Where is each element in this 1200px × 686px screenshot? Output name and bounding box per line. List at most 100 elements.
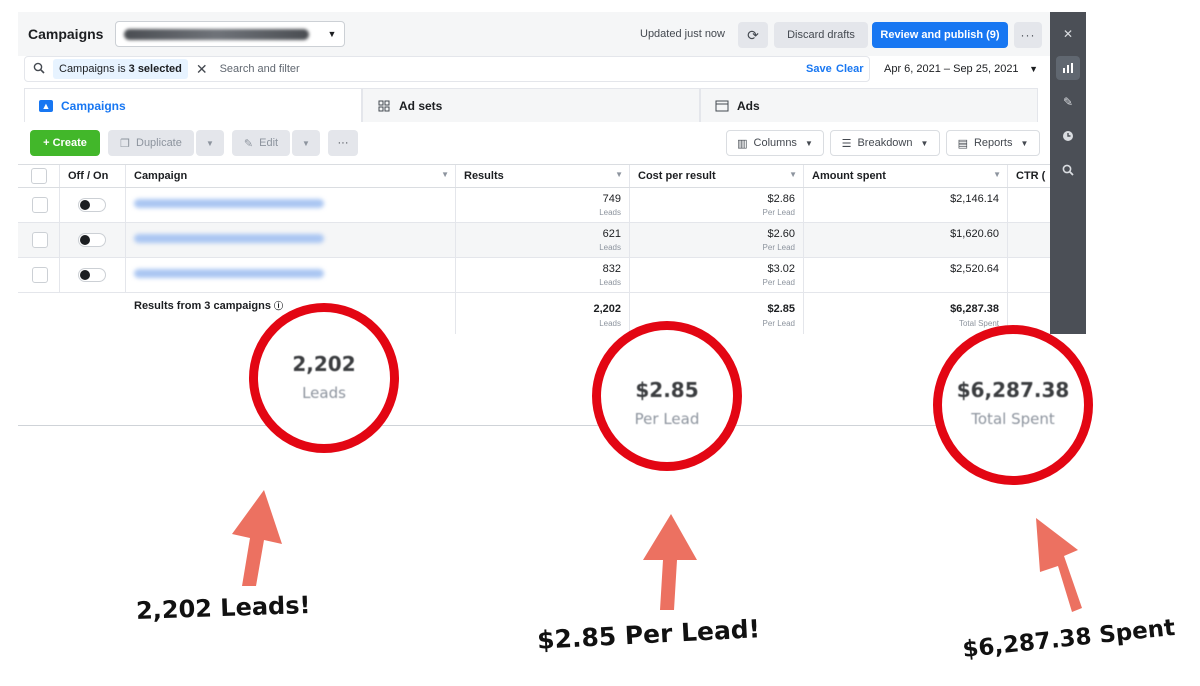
totals-label-text: Results from 3 campaigns [134,300,271,312]
close-icon[interactable]: ✕ [196,61,208,78]
col-cost-per-result[interactable]: Cost per result ▼ [630,165,804,187]
campaign-toggle[interactable] [78,198,106,212]
total-spent: $6,287.38 [950,303,999,315]
filter-bar: Campaigns is 3 selected ✕ Search and fil… [24,56,1046,82]
select-all-cell [18,165,60,187]
table-row[interactable]: 832 Leads $3.02 Per Lead $2,520.64 [18,258,1050,293]
redacted-campaign-name[interactable] [134,234,324,243]
campaign-toggle[interactable] [78,233,106,247]
close-icon[interactable]: ✕ [1056,22,1080,46]
columns-icon: ▥ [737,137,748,150]
col-results[interactable]: Results ▼ [456,165,630,187]
sort-icon: ▼ [615,170,623,179]
table-header: Off / On Campaign ▼ Results ▼ Cost per res… [18,164,1050,188]
results-unit: Leads [599,278,621,287]
edit-button[interactable]: ✎ Edit [232,130,290,156]
results-value: 621 [602,228,621,240]
redacted-account-name [124,28,310,40]
bar-chart-glyph [1063,63,1073,73]
filter-chip-prefix: Campaigns is [59,63,126,75]
row-checkbox[interactable] [32,197,48,213]
save-filter-link[interactable]: Save [806,63,832,75]
level-tabs: ▲ Campaigns Ad sets Ads [18,88,1050,122]
totals-row: Results from 3 campaigns ⓘ 2,202 Leads $… [18,293,1050,334]
tab-label: Campaigns [61,98,126,113]
cost-unit: Per Lead [762,243,795,252]
campaign-toggle[interactable] [78,268,106,282]
callout-label: Total Spent [971,410,1055,428]
select-all-checkbox[interactable] [31,168,47,184]
caption-per-lead: $2.85 Per Lead! [536,614,761,655]
redacted-campaign-name[interactable] [134,269,324,278]
col-amount-spent[interactable]: Amount spent ▼ [804,165,1008,187]
row-checkbox[interactable] [32,232,48,248]
info-icon[interactable]: ⓘ [274,301,283,311]
bar-chart-icon[interactable] [1056,56,1080,80]
arrow-up-icon [643,514,697,610]
table-row[interactable]: 749 Leads $2.86 Per Lead $2,146.14 [18,188,1050,223]
row-checkbox[interactable] [32,267,48,283]
chevron-down-icon: ▼ [1020,138,1029,148]
refresh-button[interactable]: ⟳ [738,22,768,48]
clock-glyph [1063,131,1073,141]
search-input[interactable]: Search and filter [220,63,300,75]
results-unit: Leads [599,243,621,252]
redacted-campaign-name[interactable] [134,199,324,208]
pencil-icon[interactable]: ✎ [1056,90,1080,114]
col-label: Campaign [134,170,188,182]
chevron-down-icon: ▼ [206,138,214,148]
tab-ads[interactable]: Ads [700,88,1038,122]
tab-ad-sets[interactable]: Ad sets [362,88,700,122]
clock-icon[interactable] [1056,124,1080,148]
columns-label: Columns [753,137,797,149]
callout-label: Per Lead [634,410,700,428]
columns-button[interactable]: ▥ Columns ▼ [726,130,824,156]
reports-button[interactable]: ▤ Reports ▼ [946,130,1040,156]
clear-filter-link[interactable]: Clear [836,63,864,75]
arrow-up-icon [232,490,282,586]
table-row[interactable]: 621 Leads $2.60 Per Lead $1,620.60 [18,223,1050,258]
page-title: Campaigns [28,26,104,42]
results-value: 832 [602,263,621,275]
date-range-picker[interactable]: Apr 6, 2021 – Sep 25, 2021 ▼ [876,56,1046,82]
pencil-icon: ✎ [243,137,254,150]
col-off-on[interactable]: Off / On [60,165,126,187]
table-toolbar: + Create ❐ Duplicate ▼ ✎ Edit ▼ ··· ▥ Co… [30,130,1050,156]
edit-label: Edit [259,137,279,149]
search-box[interactable]: Campaigns is 3 selected ✕ Search and fil… [24,56,870,82]
more-options-button[interactable]: ··· [1014,22,1042,48]
col-label: Amount spent [812,170,886,182]
copy-icon: ❐ [120,137,130,150]
col-ctr[interactable]: CTR ( [1008,165,1050,187]
breakdown-label: Breakdown [857,137,913,149]
results-unit: Leads [599,208,621,217]
side-rail: ✕ ✎ [1050,12,1086,334]
col-campaign[interactable]: Campaign ▼ [126,165,456,187]
totals-label: Results from 3 campaigns ⓘ [134,299,283,312]
filter-chip[interactable]: Campaigns is 3 selected [53,59,188,79]
cost-value: $3.02 [767,263,795,275]
campaign-icon: ▲ [39,99,53,112]
date-range-label: Apr 6, 2021 – Sep 25, 2021 [884,63,1019,75]
review-publish-button[interactable]: Review and publish (9) [872,22,1008,48]
top-bar: Campaigns ▼ Updated just now ⟳ Discard d… [18,12,1050,56]
breakdown-button[interactable]: ☰ Breakdown ▼ [830,130,940,156]
campaigns-table: Off / On Campaign ▼ Results ▼ Cost per res… [18,164,1050,334]
grid-icon [377,100,391,112]
chevron-down-icon: ▼ [327,29,337,39]
col-label: Results [464,170,504,182]
create-button[interactable]: + Create [30,130,100,156]
cost-unit: Per Lead [762,278,795,287]
breakdown-icon: ☰ [841,137,852,150]
total-cost-unit: Per Lead [762,319,795,328]
tab-campaigns[interactable]: ▲ Campaigns [24,88,362,122]
duplicate-dropdown[interactable]: ▼ [196,130,224,156]
tab-label: Ad sets [399,98,443,113]
magnify-icon[interactable] [1056,158,1080,182]
edit-dropdown[interactable]: ▼ [292,130,320,156]
duplicate-button[interactable]: ❐ Duplicate [108,130,194,156]
discard-drafts-button[interactable]: Discard drafts [774,22,868,48]
cost-unit: Per Lead [762,208,795,217]
account-selector[interactable]: ▼ [115,21,346,47]
more-actions-button[interactable]: ··· [328,130,358,156]
